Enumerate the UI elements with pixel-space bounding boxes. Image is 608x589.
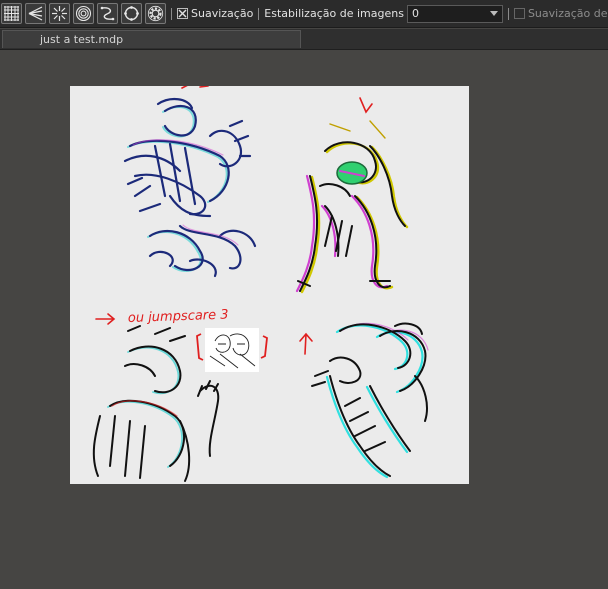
stabilization-value: 0 [411,7,419,20]
ellipse-ruler-icon [124,6,139,21]
smoothing-checkbox[interactable] [177,8,188,19]
annotation-text: ou jumpscare 3 [128,307,229,326]
ellipse-ruler-button[interactable] [121,3,142,24]
stabilization-label: Estabilização de imagens [264,7,404,20]
document-tab-bar: just a test.mdp [0,29,608,50]
sketch-figure-blue [123,98,257,278]
chevron-down-icon [489,11,498,16]
settings-gear-icon [147,5,164,22]
canvas-artwork: ou jumpscare 3 [92,83,429,482]
inset-thumbnail [196,328,268,372]
document-tab[interactable]: just a test.mdp [2,30,301,48]
curve-ruler-button[interactable] [97,3,118,24]
toolbar: Suavização Estabilização de imagens 0 Su… [0,0,608,28]
grid-tool-button[interactable] [1,3,22,24]
perspective-ruler-icon [28,6,43,21]
perspective-ruler-button[interactable] [25,3,46,24]
grid-icon [4,6,19,21]
smoothing-label: Suavização [191,7,254,20]
concentric-circles-icon [75,5,92,22]
sketch-figure-yellow [181,83,409,294]
checkmark-x-icon [178,9,187,18]
curve-ruler-icon [100,6,115,21]
sketch-figure-cyan [299,322,429,479]
annotation-arrow-red [95,313,116,325]
toolbar-separator [171,7,172,20]
toolbar-separator [507,7,509,20]
radial-lines-button[interactable] [49,3,70,24]
radial-lines-icon [52,6,67,21]
ruler-settings-button[interactable] [145,3,166,24]
concentric-circles-button[interactable] [73,3,94,24]
brush-smoothing-checkbox[interactable] [513,8,525,19]
sketch-figure-teal [92,325,220,482]
brush-smoothing-label: Suavização de Bo [527,7,608,20]
stabilization-select[interactable]: 0 [406,4,503,23]
document-tab-label: just a test.mdp [40,33,124,46]
toolbar-separator [258,7,260,20]
drawing-canvas[interactable]: ou jumpscare 3 [70,83,469,484]
